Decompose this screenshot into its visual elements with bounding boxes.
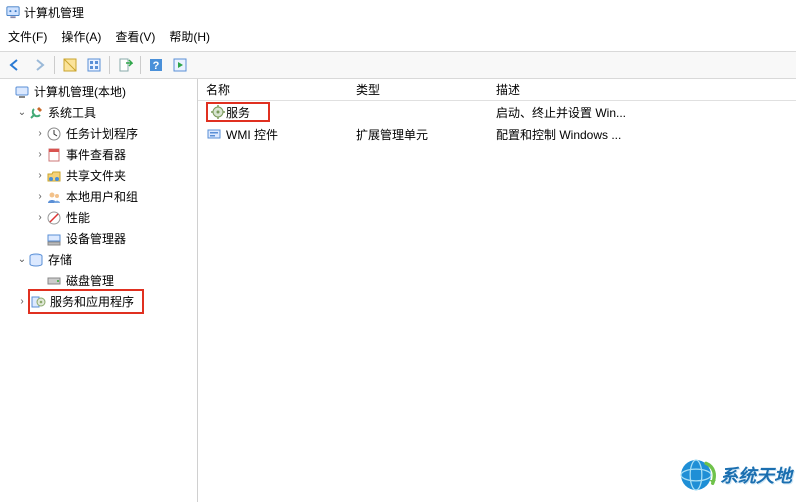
app-icon (6, 5, 20, 19)
menu-action[interactable]: 操作(A) (61, 28, 101, 45)
expand-icon[interactable]: › (34, 191, 46, 202)
expand-icon[interactable]: › (34, 212, 46, 223)
toolbar: ? (0, 51, 796, 79)
tree-label: 计算机管理(本地) (32, 82, 128, 101)
row-name: 服务 (226, 104, 250, 121)
disk-icon (46, 273, 62, 289)
tree-device-manager[interactable]: 设备管理器 (0, 228, 197, 249)
svg-text:?: ? (153, 60, 160, 72)
content-area: 计算机管理(本地) ⌄ 系统工具 › 任务计划程序 › 事件查看器 › 共享文件… (0, 79, 796, 502)
tree-disk-management[interactable]: 磁盘管理 (0, 270, 197, 291)
tools-icon (28, 105, 44, 121)
tree-label: 存储 (46, 250, 74, 269)
tree-pane: 计算机管理(本地) ⌄ 系统工具 › 任务计划程序 › 事件查看器 › 共享文件… (0, 79, 198, 502)
gear-icon (210, 104, 226, 120)
clock-icon (46, 126, 62, 142)
wmi-icon (206, 126, 222, 142)
tree-label: 任务计划程序 (64, 124, 140, 143)
tree-label: 服务和应用程序 (48, 292, 136, 311)
expand-icon[interactable]: › (34, 128, 46, 139)
tree-local-users[interactable]: › 本地用户和组 (0, 186, 197, 207)
tree-label: 事件查看器 (64, 145, 128, 164)
toolbar-separator (54, 56, 55, 74)
menu-file[interactable]: 文件(F) (8, 28, 47, 45)
menu-help[interactable]: 帮助(H) (169, 28, 210, 45)
list-pane: 名称 类型 描述 服务 启动、终止并设置 Win... WMI 控件 扩展管理单… (198, 79, 796, 502)
show-hide-tree-button[interactable] (59, 54, 81, 76)
watermark: 系统天地 (676, 455, 792, 495)
tree-system-tools[interactable]: ⌄ 系统工具 (0, 102, 197, 123)
tree-label: 性能 (64, 208, 92, 227)
highlight-box: 服务 (206, 102, 270, 122)
action-pane-button[interactable] (169, 54, 191, 76)
tree-label: 磁盘管理 (64, 271, 116, 290)
list-row-services[interactable]: 服务 启动、终止并设置 Win... (198, 101, 796, 123)
row-type: 扩展管理单元 (356, 126, 428, 143)
export-list-button[interactable] (114, 54, 136, 76)
column-desc[interactable]: 描述 (488, 78, 796, 101)
tree-performance[interactable]: › 性能 (0, 207, 197, 228)
back-button[interactable] (4, 54, 26, 76)
tree-label: 共享文件夹 (64, 166, 128, 185)
storage-icon (28, 252, 44, 268)
menu-view[interactable]: 查看(V) (115, 28, 155, 45)
row-desc: 配置和控制 Windows ... (496, 126, 621, 143)
device-icon (46, 231, 62, 247)
tree-label: 本地用户和组 (64, 187, 140, 206)
expand-icon[interactable]: › (34, 149, 46, 160)
column-type[interactable]: 类型 (348, 78, 488, 101)
list-row-wmi[interactable]: WMI 控件 扩展管理单元 配置和控制 Windows ... (198, 123, 796, 145)
services-apps-icon (30, 294, 46, 310)
watermark-text: 系统天地 (720, 462, 792, 488)
share-icon (46, 168, 62, 184)
collapse-icon[interactable]: ⌄ (16, 254, 28, 265)
window-titlebar: 计算机管理 (0, 0, 796, 24)
tree-event-viewer[interactable]: › 事件查看器 (0, 144, 197, 165)
highlight-box: 服务和应用程序 (28, 289, 144, 314)
tree-root[interactable]: 计算机管理(本地) (0, 81, 197, 102)
expand-icon[interactable]: › (16, 296, 28, 307)
list-header: 名称 类型 描述 (198, 79, 796, 101)
column-name[interactable]: 名称 (198, 78, 348, 101)
toolbar-separator (140, 56, 141, 74)
collapse-icon[interactable]: ⌄ (16, 107, 28, 118)
properties-button[interactable] (83, 54, 105, 76)
toolbar-separator (109, 56, 110, 74)
tree-label: 设备管理器 (64, 229, 128, 248)
tree-shared-folders[interactable]: › 共享文件夹 (0, 165, 197, 186)
tree-services-apps[interactable]: › 服务和应用程序 (0, 291, 197, 312)
tree-task-scheduler[interactable]: › 任务计划程序 (0, 123, 197, 144)
tree-storage[interactable]: ⌄ 存储 (0, 249, 197, 270)
globe-icon (676, 455, 716, 495)
row-name: WMI 控件 (226, 126, 278, 143)
computer-icon (14, 84, 30, 100)
menubar: 文件(F) 操作(A) 查看(V) 帮助(H) (0, 24, 796, 51)
users-icon (46, 189, 62, 205)
window-title: 计算机管理 (24, 4, 84, 21)
performance-icon (46, 210, 62, 226)
expand-icon[interactable]: › (34, 170, 46, 181)
help-button[interactable]: ? (145, 54, 167, 76)
forward-button[interactable] (28, 54, 50, 76)
tree-label: 系统工具 (46, 103, 98, 122)
row-desc: 启动、终止并设置 Win... (496, 104, 626, 121)
event-icon (46, 147, 62, 163)
